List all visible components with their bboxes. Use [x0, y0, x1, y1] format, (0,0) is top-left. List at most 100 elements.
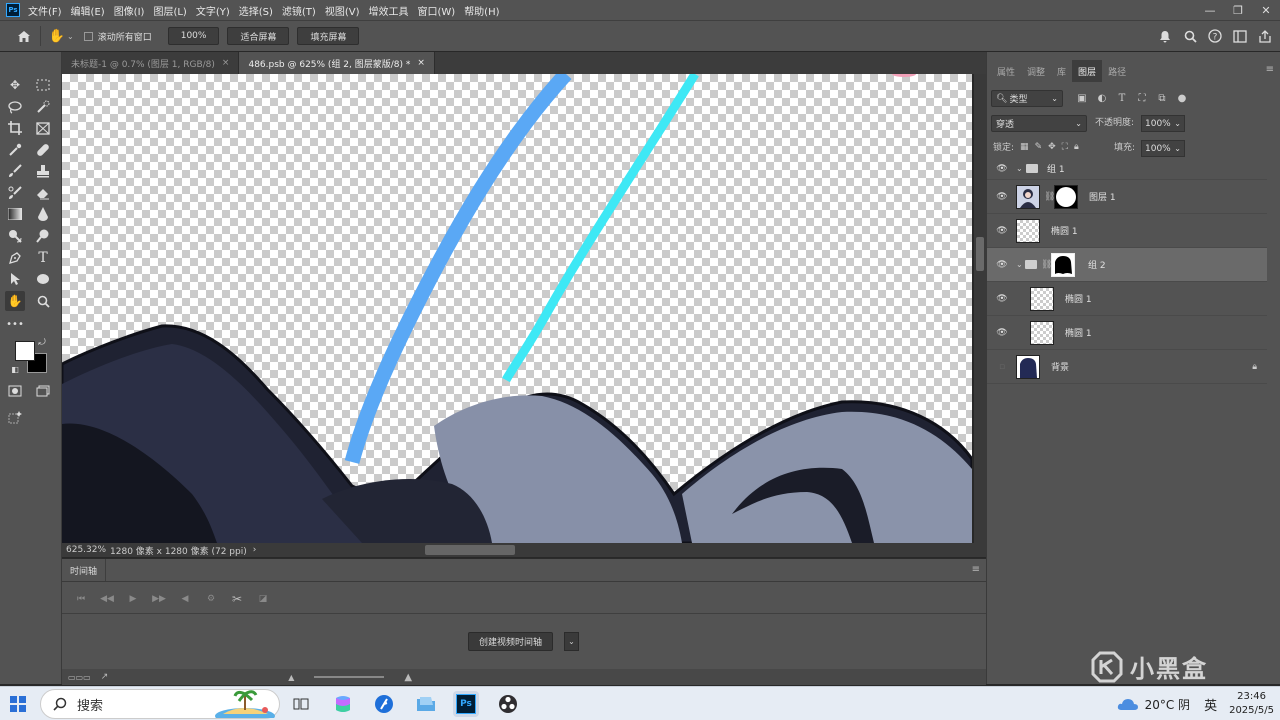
history-brush-icon[interactable] — [5, 183, 25, 203]
blur-tool-icon[interactable] — [33, 204, 53, 224]
restore-button[interactable]: ❐ — [1224, 0, 1252, 20]
menu-help[interactable]: 帮助(H) — [464, 3, 499, 18]
transition-icon[interactable]: ◪ — [250, 590, 276, 608]
windows-start-icon[interactable] — [0, 687, 36, 720]
ellipse-tool-icon[interactable] — [33, 269, 53, 289]
next-frame-icon[interactable]: ▶▶ — [146, 590, 172, 608]
close-icon[interactable]: × — [417, 58, 425, 68]
path-selection-icon[interactable] — [5, 269, 25, 289]
layer-mask-thumbnail[interactable] — [1051, 252, 1075, 277]
chevron-right-icon[interactable]: › — [253, 545, 257, 555]
settings-gear-icon[interactable]: ⚙ — [198, 590, 224, 608]
menu-window[interactable]: 窗口(W) — [417, 3, 455, 18]
clone-stamp-icon[interactable] — [33, 161, 53, 181]
tab-timeline[interactable]: 时间轴 — [62, 559, 107, 581]
eyedropper-tool-icon[interactable] — [5, 140, 25, 160]
first-frame-icon[interactable]: ⏮ — [68, 590, 94, 608]
chevron-down-icon[interactable]: ⌄ — [1174, 144, 1181, 153]
dodge-tool-icon[interactable] — [5, 226, 25, 246]
clock[interactable]: 23:46 2025/5/5 — [1229, 690, 1274, 718]
scissors-icon[interactable]: ✂ — [224, 590, 250, 608]
move-tool-icon[interactable]: ✥ — [5, 75, 25, 95]
layer-group-1[interactable]: 👁︎ ⌄ 组 1 — [987, 158, 1267, 180]
create-video-timeline-button[interactable]: 创建视频时间轴 — [468, 632, 554, 651]
crop-tool-icon[interactable] — [5, 118, 25, 138]
eye-icon[interactable]: 👁︎ — [996, 259, 1008, 271]
pen-tool-icon[interactable] — [5, 248, 25, 268]
document-canvas[interactable] — [62, 74, 972, 543]
audio-icon[interactable]: ◀ — [172, 590, 198, 608]
lock-pixels-icon[interactable]: ✎ — [1035, 142, 1043, 152]
weather-text[interactable]: 20°C 阴 — [1145, 696, 1190, 713]
generative-icon[interactable] — [5, 407, 25, 427]
layer-filter-select[interactable]: 🔍︎ 类型 ⌄ — [991, 90, 1063, 107]
vertical-scrollbar[interactable] — [974, 74, 986, 543]
fill-screen-button[interactable]: 填充屏幕 — [297, 27, 360, 45]
scroll-all-checkbox[interactable] — [83, 31, 93, 41]
bell-icon[interactable] — [1156, 27, 1174, 45]
ime-indicator[interactable]: 英 — [1204, 695, 1217, 714]
marquee-tool-icon[interactable] — [33, 75, 53, 95]
zoom-tool-icon[interactable] — [33, 291, 53, 311]
hand-tool-icon[interactable]: ✋ — [5, 291, 25, 311]
tab-untitled-1[interactable]: 未标题-1 @ 0.7% (图层 1, RGB/8) × — [62, 52, 240, 74]
opacity-input[interactable]: 100% ⌄ — [1141, 115, 1185, 132]
photoshop-taskbar-icon[interactable]: Ps — [453, 691, 479, 717]
type-tool-icon[interactable]: T — [33, 248, 53, 268]
previous-frame-icon[interactable]: ◀◀ — [94, 590, 120, 608]
more-tools-icon[interactable]: ••• — [5, 314, 25, 334]
frame-mode-icon[interactable]: ▭▭▭ — [68, 673, 91, 682]
tab-paths[interactable]: 路径 — [1102, 60, 1132, 82]
hand-tool-icon[interactable]: ✋ — [47, 26, 67, 46]
panel-menu-icon[interactable]: ≡ — [972, 564, 980, 575]
copilot-app-icon[interactable] — [330, 691, 356, 717]
shape-filter-icon[interactable]: ⛶ — [1135, 90, 1149, 106]
feather-app-icon[interactable] — [371, 691, 397, 717]
share-icon[interactable] — [1256, 27, 1274, 45]
blend-mode-select[interactable]: 穿透 ⌄ — [991, 115, 1087, 132]
type-filter-icon[interactable]: T — [1115, 90, 1129, 106]
chevron-down-icon[interactable]: ⌄ — [1016, 260, 1023, 269]
home-icon[interactable] — [14, 26, 34, 46]
files-app-icon[interactable] — [413, 691, 439, 717]
fit-screen-button[interactable]: 适合屏幕 — [227, 27, 290, 45]
search-icon[interactable] — [1181, 27, 1199, 45]
eye-icon[interactable]: 👁︎ — [996, 293, 1008, 305]
scrollbar-thumb[interactable] — [976, 237, 984, 271]
chevron-down-icon[interactable]: ⌄ — [1016, 164, 1023, 173]
screen-mode-icon[interactable] — [33, 381, 53, 401]
workspace-icon[interactable] — [1231, 27, 1249, 45]
menu-file[interactable]: 文件(F) — [28, 3, 62, 18]
layer-group-2[interactable]: 👁︎ ⌄ ⛓ 组 2 — [987, 248, 1267, 282]
healing-brush-icon[interactable] — [33, 140, 53, 160]
eye-icon[interactable]: 👁︎ — [996, 191, 1008, 203]
frame-tool-icon[interactable] — [33, 118, 53, 138]
quick-mask-icon[interactable] — [5, 381, 25, 401]
eye-icon[interactable]: 👁︎ — [996, 225, 1008, 237]
layer-image-1[interactable]: 👁︎ ⛓ 图层 1 — [987, 180, 1267, 214]
sponge-tool-icon[interactable] — [33, 226, 53, 246]
minimize-button[interactable]: — — [1196, 0, 1224, 20]
layer-ellipse-1[interactable]: 👁︎ 椭圆 1 — [987, 214, 1267, 248]
image-filter-icon[interactable]: ▣ — [1075, 90, 1089, 106]
lock-all-icon[interactable]: 🔒︎ — [1074, 142, 1079, 152]
menu-edit[interactable]: 编辑(E) — [71, 3, 105, 18]
tab-libraries[interactable]: 库 — [1051, 60, 1072, 82]
zoom-in-icon[interactable]: ▲ — [404, 672, 412, 683]
eraser-tool-icon[interactable] — [33, 183, 53, 203]
eye-icon[interactable]: 👁︎ — [996, 163, 1008, 175]
horizontal-scrollbar-thumb[interactable] — [425, 545, 515, 555]
obs-app-icon[interactable] — [495, 691, 521, 717]
lock-transparent-icon[interactable]: ▦ — [1020, 142, 1029, 152]
menu-plugins[interactable]: 增效工具 — [368, 3, 408, 18]
gradient-tool-icon[interactable] — [5, 204, 25, 224]
lock-artboard-icon[interactable]: ⛶ — [1062, 142, 1068, 152]
taskbar-search[interactable]: 搜索 — [40, 689, 280, 719]
swap-colors-icon[interactable]: ⤾ — [36, 337, 48, 349]
zoom-slider[interactable] — [314, 676, 385, 678]
menu-image[interactable]: 图像(I) — [114, 3, 145, 18]
zoom-out-icon[interactable]: ▲ — [288, 673, 294, 682]
layer-background[interactable]: ▫ 背景 🔒︎ — [987, 350, 1267, 384]
filter-toggle-icon[interactable]: ● — [1175, 90, 1189, 106]
smart-object-filter-icon[interactable]: ⧉ — [1155, 90, 1169, 106]
